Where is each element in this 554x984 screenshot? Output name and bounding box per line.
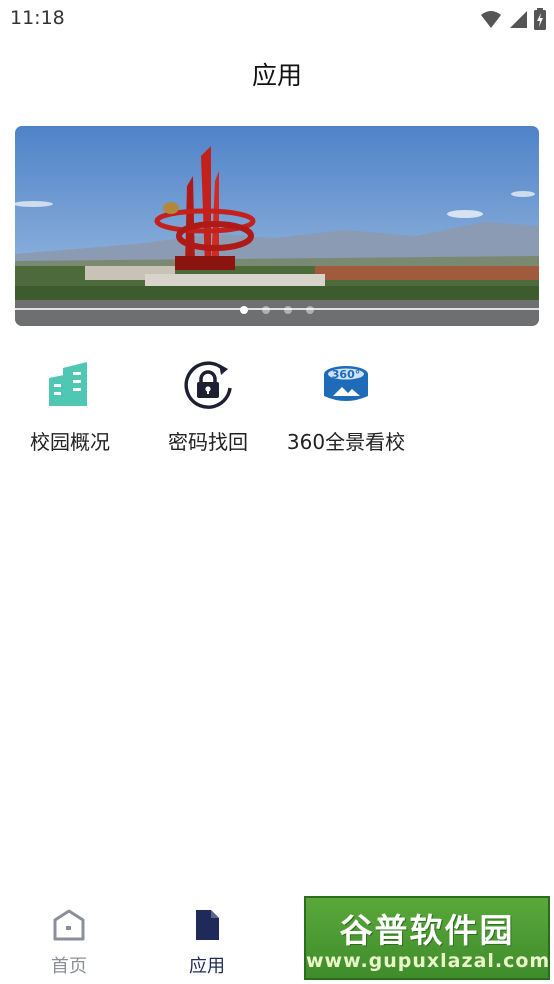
panorama-360-icon: 360° — [319, 358, 373, 412]
signal-icon — [508, 9, 528, 33]
carousel-indicator — [15, 306, 539, 314]
carousel-dot[interactable] — [284, 306, 292, 314]
building-icon — [43, 358, 97, 412]
app-label: 密码找回 — [168, 430, 248, 454]
app-grid: 校园概况 密码找回 360° 360全景看校 — [0, 358, 554, 468]
status-time: 11:18 — [10, 7, 65, 29]
status-icons — [480, 8, 546, 34]
home-icon — [51, 909, 87, 946]
carousel-dot[interactable] — [240, 306, 248, 314]
tab-apps[interactable]: 应用 — [167, 908, 247, 978]
watermark-logo: 谷普软件园 www.gupuxlazal.com — [304, 896, 550, 980]
wifi-icon — [480, 9, 502, 33]
banner-carousel[interactable] — [15, 126, 539, 326]
tab-label: 应用 — [189, 956, 225, 977]
tab-label: 首页 — [51, 956, 87, 977]
tab-home[interactable]: 首页 — [29, 908, 109, 978]
watermark-title: 谷普软件园 — [339, 911, 515, 950]
app-label: 360全景看校 — [286, 430, 406, 454]
svg-text:360°: 360° — [332, 368, 360, 381]
app-password-recovery[interactable]: 密码找回 — [138, 358, 278, 455]
app-panorama-360[interactable]: 360° 360全景看校 — [276, 358, 416, 455]
campus-sculpture-photo — [15, 126, 539, 326]
app-label: 校园概况 — [30, 430, 110, 454]
watermark-url: www.gupuxlazal.com — [306, 950, 551, 972]
document-icon — [189, 910, 225, 946]
carousel-dot[interactable] — [306, 306, 314, 314]
battery-icon — [534, 8, 546, 34]
lock-refresh-icon — [181, 358, 235, 412]
app-campus-overview[interactable]: 校园概况 — [0, 358, 140, 455]
carousel-dot[interactable] — [262, 306, 270, 314]
page-title: 应用 — [251, 61, 302, 90]
status-bar: 11:18 — [0, 0, 554, 38]
